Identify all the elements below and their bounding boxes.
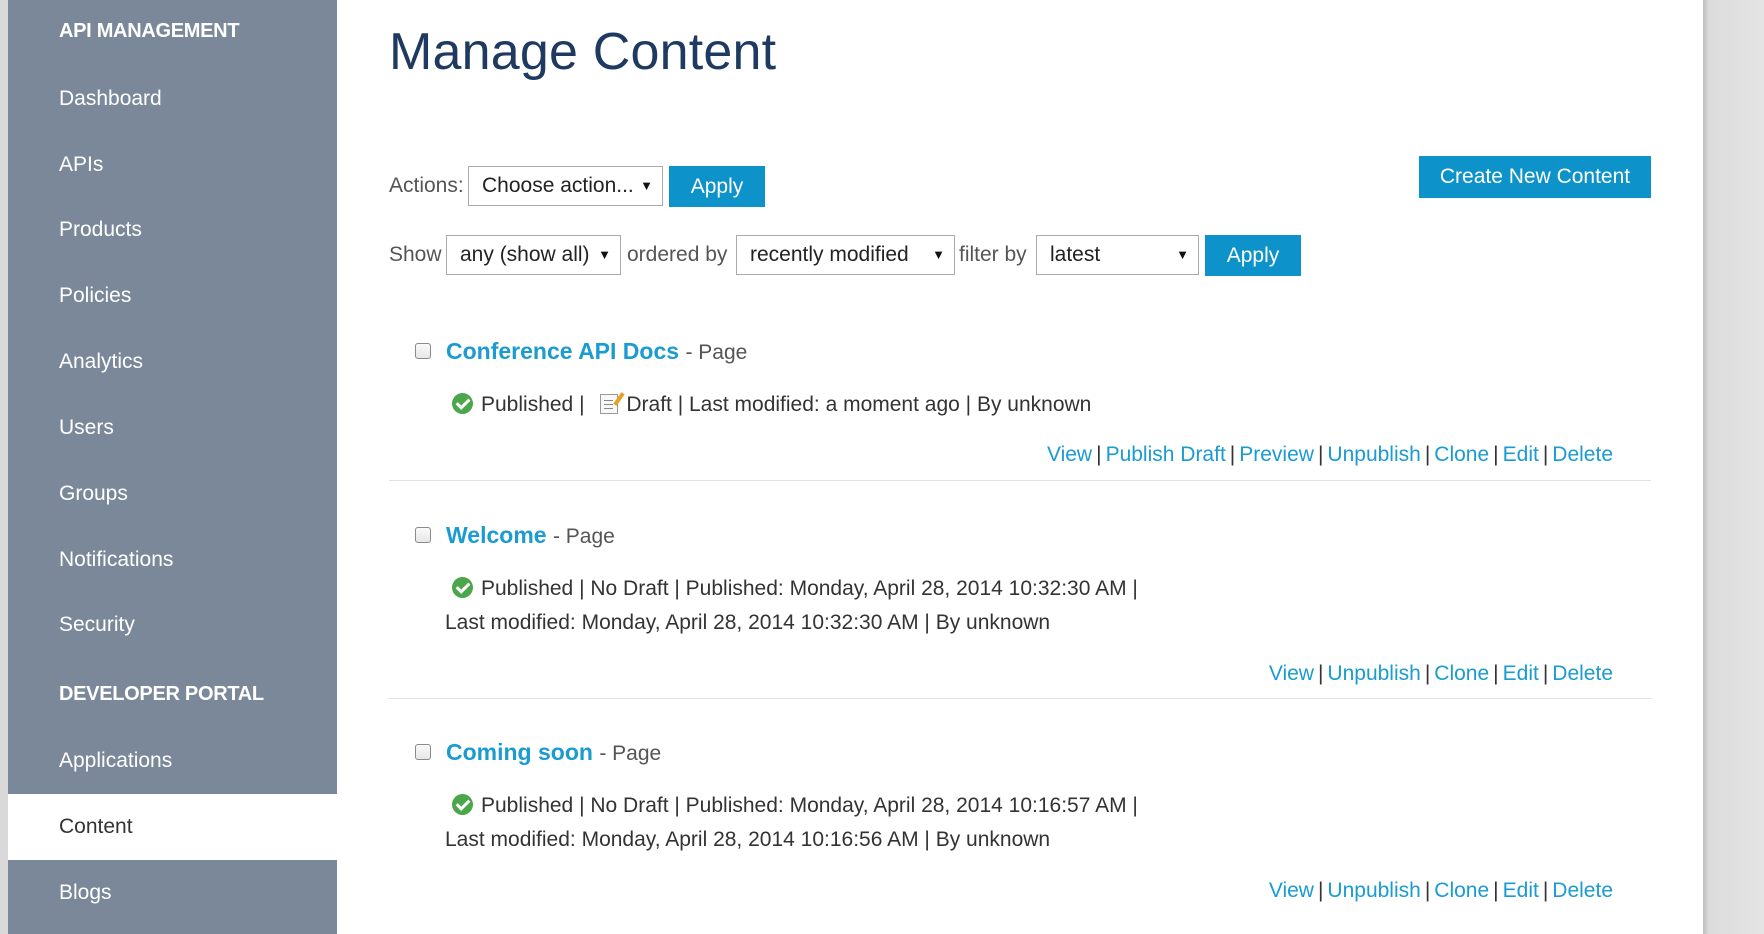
edit-link[interactable]: Edit [1503, 443, 1539, 466]
item-draft-text: Draft | Last modified: a moment ago | By… [626, 393, 1092, 416]
item-status-line-1: Published | No Draft | Published: Monday… [452, 577, 1138, 601]
item-published-text: Published | [481, 393, 585, 416]
item-divider [389, 480, 1651, 481]
item-type: - Page [685, 341, 748, 364]
item-type: - Page [552, 525, 615, 548]
ordered-by-select[interactable]: recently modified ▼ [736, 235, 955, 275]
item-status-line-2: Last modified: Monday, April 28, 2014 10… [445, 611, 1051, 634]
delete-link[interactable]: Delete [1552, 443, 1613, 466]
ordered-by-label: ordered by [627, 243, 728, 266]
item-title-link[interactable]: Welcome [446, 522, 547, 548]
view-link[interactable]: View [1047, 443, 1092, 466]
ordered-by-select-value: recently modified [750, 243, 909, 266]
sidebar-item-apis[interactable]: APIs [8, 132, 337, 198]
sidebar: API MANAGEMENT Dashboard APIs Products P… [8, 0, 337, 934]
sidebar-item-products[interactable]: Products [8, 197, 337, 263]
clone-link[interactable]: Clone [1434, 879, 1489, 902]
check-circle-icon [452, 577, 473, 598]
filter-apply-button[interactable]: Apply [1205, 235, 1301, 276]
create-new-content-button[interactable]: Create New Content [1419, 156, 1651, 198]
publish-draft-link[interactable]: Publish Draft [1106, 443, 1226, 466]
check-circle-icon [452, 393, 473, 414]
filter-by-label: filter by [959, 243, 1027, 266]
caret-down-icon: ▼ [598, 247, 611, 262]
draft-document-icon [600, 394, 619, 414]
unpublish-link[interactable]: Unpublish [1327, 443, 1420, 466]
window-right-edge [1703, 0, 1764, 934]
item-title-link[interactable]: Conference API Docs [446, 338, 679, 364]
check-circle-icon [452, 794, 473, 815]
show-label: Show [389, 243, 442, 266]
edit-link[interactable]: Edit [1503, 662, 1539, 685]
item-title-row: Coming soon - Page [446, 739, 661, 766]
item-status-text: Published | No Draft | Published: Monday… [481, 577, 1138, 600]
item-status-text: Published | No Draft | Published: Monday… [481, 794, 1138, 817]
caret-down-icon: ▼ [1176, 247, 1189, 262]
item-divider [389, 698, 1651, 699]
show-select-value: any (show all) [460, 243, 590, 266]
item-actions: View | Unpublish | Clone | Edit | Delete [1268, 662, 1613, 685]
sidebar-item-applications[interactable]: Applications [8, 728, 337, 794]
filter-by-select[interactable]: latest ▼ [1036, 235, 1199, 275]
filter-by-select-value: latest [1050, 243, 1101, 266]
delete-link[interactable]: Delete [1552, 662, 1613, 685]
sidebar-item-users[interactable]: Users [8, 395, 337, 461]
item-title-row: Welcome - Page [446, 522, 615, 549]
sidebar-section-api-management: API MANAGEMENT [59, 20, 240, 42]
item-status-line-2: Last modified: Monday, April 28, 2014 10… [445, 828, 1051, 851]
actions-select-value: Choose action... [482, 174, 634, 197]
main-content: Manage Content Actions: Choose action...… [337, 0, 1703, 934]
delete-link[interactable]: Delete [1552, 879, 1613, 902]
clone-link[interactable]: Clone [1434, 443, 1489, 466]
item-status: Published | Draft | Last modified: a mom… [452, 393, 1091, 417]
item-checkbox[interactable] [415, 744, 431, 760]
caret-down-icon: ▼ [932, 247, 945, 262]
preview-link[interactable]: Preview [1239, 443, 1314, 466]
item-actions: View | Unpublish | Clone | Edit | Delete [1268, 879, 1613, 902]
item-title-row: Conference API Docs - Page [446, 338, 747, 365]
sidebar-item-content[interactable]: Content [8, 794, 337, 860]
item-checkbox[interactable] [415, 527, 431, 543]
item-status-line-1: Published | No Draft | Published: Monday… [452, 794, 1138, 818]
sidebar-item-groups[interactable]: Groups [8, 461, 337, 527]
edit-link[interactable]: Edit [1503, 879, 1539, 902]
caret-down-icon: ▼ [640, 178, 653, 193]
sidebar-item-notifications[interactable]: Notifications [8, 527, 337, 593]
item-checkbox[interactable] [415, 343, 431, 359]
actions-apply-button[interactable]: Apply [669, 166, 765, 207]
item-type: - Page [599, 742, 662, 765]
unpublish-link[interactable]: Unpublish [1327, 879, 1420, 902]
actions-label: Actions: [389, 174, 464, 197]
clone-link[interactable]: Clone [1434, 662, 1489, 685]
sidebar-item-analytics[interactable]: Analytics [8, 329, 337, 395]
page-title: Manage Content [389, 23, 777, 81]
window-left-edge [0, 0, 8, 934]
sidebar-item-blogs[interactable]: Blogs [8, 860, 337, 926]
unpublish-link[interactable]: Unpublish [1327, 662, 1420, 685]
show-select[interactable]: any (show all) ▼ [446, 235, 621, 275]
sidebar-section-developer-portal: DEVELOPER PORTAL [59, 683, 264, 705]
item-title-link[interactable]: Coming soon [446, 739, 593, 765]
sidebar-item-policies[interactable]: Policies [8, 263, 337, 329]
view-link[interactable]: View [1269, 879, 1314, 902]
sidebar-item-dashboard[interactable]: Dashboard [8, 66, 337, 132]
sidebar-item-security[interactable]: Security [8, 592, 337, 658]
actions-select[interactable]: Choose action... ▼ [468, 166, 663, 206]
item-actions: View | Publish Draft | Preview | Unpublish | Clo… [1046, 443, 1613, 466]
view-link[interactable]: View [1269, 662, 1314, 685]
